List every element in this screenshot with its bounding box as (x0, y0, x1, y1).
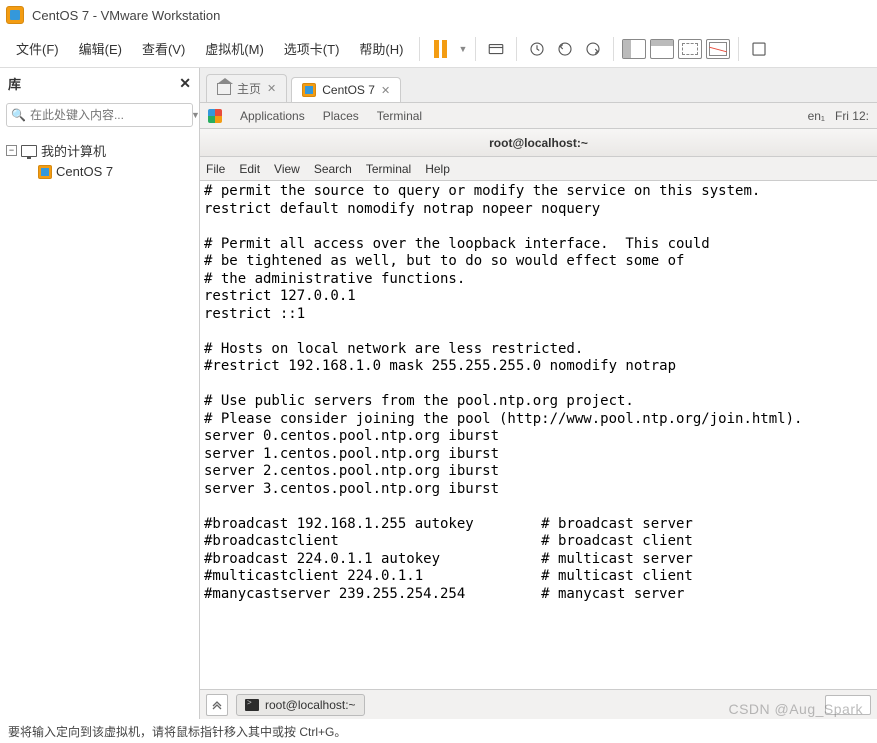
term-menu-edit[interactable]: Edit (239, 162, 260, 176)
statusbar: 要将输入定向到该虚拟机，请将鼠标指针移入其中或按 Ctrl+G。 (0, 719, 877, 743)
library-sidebar: 库 ✕ 🔍 ▼ − 我的计算机 CentOS 7 (0, 68, 200, 719)
layout-console-button[interactable] (678, 37, 702, 61)
separator (419, 37, 420, 61)
home-icon (217, 83, 231, 95)
terminal-text: # permit the source to query or modify t… (204, 183, 873, 603)
vm-icon (38, 165, 52, 179)
terminal-menubar: File Edit View Search Terminal Help (200, 157, 877, 181)
pause-vm-button[interactable] (428, 37, 452, 61)
tree-label: 我的计算机 (41, 141, 106, 160)
library-search[interactable]: 🔍 ▼ (6, 103, 193, 127)
vm-icon (302, 83, 316, 97)
term-menu-help[interactable]: Help (425, 162, 450, 176)
menu-edit[interactable]: 编辑(E) (71, 35, 130, 62)
dropdown-icon[interactable]: ▼ (458, 44, 467, 54)
guest-os-view[interactable]: Applications Places Terminal en₁ Fri 12:… (200, 102, 877, 719)
collapse-icon[interactable]: − (6, 145, 17, 156)
taskbar-terminal-button[interactable]: root@localhost:~ (236, 694, 365, 716)
menubar: 文件(F) 编辑(E) 查看(V) 虚拟机(M) 选项卡(T) 帮助(H) ▼ (0, 30, 877, 68)
separator (475, 37, 476, 61)
main-area: 主页 ✕ CentOS 7 ✕ Applications Places Term… (200, 68, 877, 719)
term-menu-view[interactable]: View (274, 162, 300, 176)
separator (516, 37, 517, 61)
tree-node-centos7[interactable]: CentOS 7 (38, 162, 193, 181)
terminal-icon (245, 699, 259, 711)
close-tab-button[interactable]: ✕ (267, 82, 276, 95)
tab-centos7[interactable]: CentOS 7 ✕ (291, 77, 401, 102)
tab-label: 主页 (237, 80, 261, 97)
clock[interactable]: Fri 12: (835, 109, 869, 123)
menu-file[interactable]: 文件(F) (8, 35, 67, 62)
gnome-taskbar: root@localhost:~ (200, 689, 877, 719)
vmware-app-icon (6, 6, 24, 24)
snapshot-take-button[interactable] (525, 37, 549, 61)
tree-node-my-computer[interactable]: − 我的计算机 (6, 139, 193, 162)
tree-label: CentOS 7 (56, 164, 113, 179)
gnome-top-panel: Applications Places Terminal en₁ Fri 12: (200, 103, 877, 129)
snapshot-revert-button[interactable] (553, 37, 577, 61)
menu-help[interactable]: 帮助(H) (351, 35, 411, 62)
dropdown-icon[interactable]: ▼ (191, 110, 200, 120)
term-menu-terminal[interactable]: Terminal (366, 162, 411, 176)
window-titlebar: CentOS 7 - VMware Workstation (0, 0, 877, 30)
search-input[interactable] (30, 108, 185, 122)
window-title: CentOS 7 - VMware Workstation (32, 8, 220, 23)
terminal-window-title: root@localhost:~ (200, 129, 877, 157)
workspace-indicator[interactable] (825, 695, 871, 715)
term-menu-file[interactable]: File (206, 162, 225, 176)
gnome-places-menu[interactable]: Places (323, 109, 359, 123)
menu-view[interactable]: 查看(V) (134, 35, 193, 62)
computer-icon (21, 145, 37, 157)
tab-home[interactable]: 主页 ✕ (206, 74, 287, 102)
status-text: 要将输入定向到该虚拟机，请将鼠标指针移入其中或按 Ctrl+G。 (8, 723, 346, 740)
menu-vm[interactable]: 虚拟机(M) (197, 35, 272, 62)
activities-icon[interactable] (208, 109, 222, 123)
library-tree: − 我的计算机 CentOS 7 (0, 131, 199, 189)
vm-tab-bar: 主页 ✕ CentOS 7 ✕ (200, 68, 877, 102)
show-desktop-button[interactable] (206, 694, 228, 716)
tab-label: CentOS 7 (322, 83, 375, 97)
library-title: 库 (8, 74, 21, 93)
menu-tabs[interactable]: 选项卡(T) (276, 35, 348, 62)
layout-fullscreen-button[interactable] (706, 37, 730, 61)
gnome-apps-menu[interactable]: Applications (240, 109, 305, 123)
taskbar-label: root@localhost:~ (265, 698, 356, 712)
snapshot-manager-button[interactable] (581, 37, 605, 61)
close-sidebar-button[interactable]: ✕ (179, 75, 191, 92)
close-tab-button[interactable]: ✕ (381, 84, 390, 97)
send-ctrl-alt-del-button[interactable] (484, 37, 508, 61)
search-icon: 🔍 (11, 108, 26, 122)
separator (738, 37, 739, 61)
gnome-app-name[interactable]: Terminal (377, 109, 422, 123)
unity-mode-button[interactable] (747, 37, 771, 61)
term-menu-search[interactable]: Search (314, 162, 352, 176)
layout-sidebar-button[interactable] (622, 37, 646, 61)
layout-thumbnail-button[interactable] (650, 37, 674, 61)
separator (613, 37, 614, 61)
terminal-output[interactable]: # permit the source to query or modify t… (200, 181, 877, 689)
input-source-indicator[interactable]: en₁ (808, 109, 825, 123)
terminal-title-text: root@localhost:~ (489, 136, 588, 150)
